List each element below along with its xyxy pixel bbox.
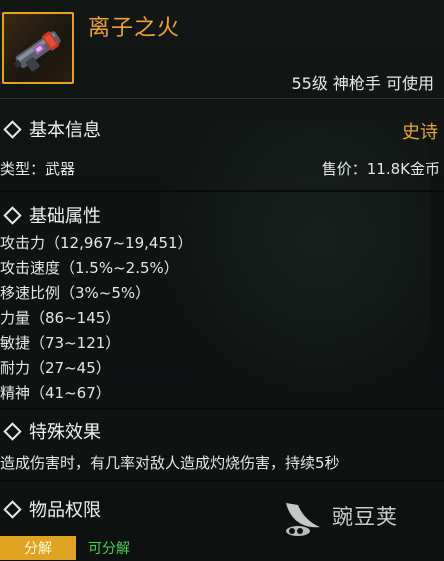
weapon-item-icon bbox=[2, 12, 74, 84]
special-effect-label: 特殊效果 bbox=[29, 422, 101, 443]
item-tooltip: 离子之火 55级 神枪手 可使用 基本信息 史诗 类型：武器 售价：11.8K金… bbox=[0, 0, 444, 561]
item-type: 类型：武器 bbox=[0, 160, 76, 178]
section-divider bbox=[0, 480, 444, 482]
stat-row: 耐力（27~45） bbox=[0, 359, 111, 377]
diamond-icon bbox=[3, 119, 22, 139]
stat-row: 攻击速度（1.5%~2.5%） bbox=[0, 259, 179, 277]
attributes-label: 基础属性 bbox=[29, 206, 101, 227]
pea-logo-icon bbox=[286, 503, 320, 536]
section-divider bbox=[0, 408, 444, 410]
special-effect-description: 造成伤害时，有几率对敌人造成灼烧伤害，持续5秒 bbox=[0, 454, 340, 472]
diamond-icon bbox=[3, 499, 22, 519]
section-divider bbox=[0, 190, 444, 192]
diamond-icon bbox=[3, 421, 22, 441]
special-effect-title: 特殊效果 bbox=[0, 418, 101, 444]
gun-icon bbox=[13, 31, 61, 72]
diamond-icon bbox=[3, 205, 22, 225]
attributes-title: 基础属性 bbox=[0, 202, 101, 228]
item-header: 离子之火 55级 神枪手 可使用 bbox=[0, 0, 444, 98]
stat-row: 移速比例（3%~5%） bbox=[0, 284, 151, 302]
decompose-status: 可分解 bbox=[88, 541, 130, 557]
basic-info-title: 基本信息 bbox=[0, 116, 101, 142]
stat-row: 精神（41~67） bbox=[0, 384, 111, 402]
item-price: 售价：11.8K金币 bbox=[321, 160, 440, 178]
stat-row: 攻击力（12,967~19,451） bbox=[0, 234, 193, 252]
watermark: 豌豆荚 bbox=[280, 486, 440, 546]
rarity-label: 史诗 bbox=[402, 122, 438, 143]
permissions-label: 物品权限 bbox=[29, 500, 101, 521]
watermark-text: 豌豆荚 bbox=[332, 505, 398, 529]
decompose-badge: 分解 bbox=[0, 536, 76, 560]
stat-row: 力量（86~145） bbox=[0, 309, 121, 327]
item-name: 离子之火 bbox=[88, 16, 181, 41]
permissions-title: 物品权限 bbox=[0, 496, 101, 522]
basic-info-label: 基本信息 bbox=[29, 120, 101, 141]
header-divider bbox=[0, 98, 444, 99]
item-requirement: 55级 神枪手 可使用 bbox=[291, 74, 434, 93]
stat-row: 敏捷（73~121） bbox=[0, 334, 121, 352]
